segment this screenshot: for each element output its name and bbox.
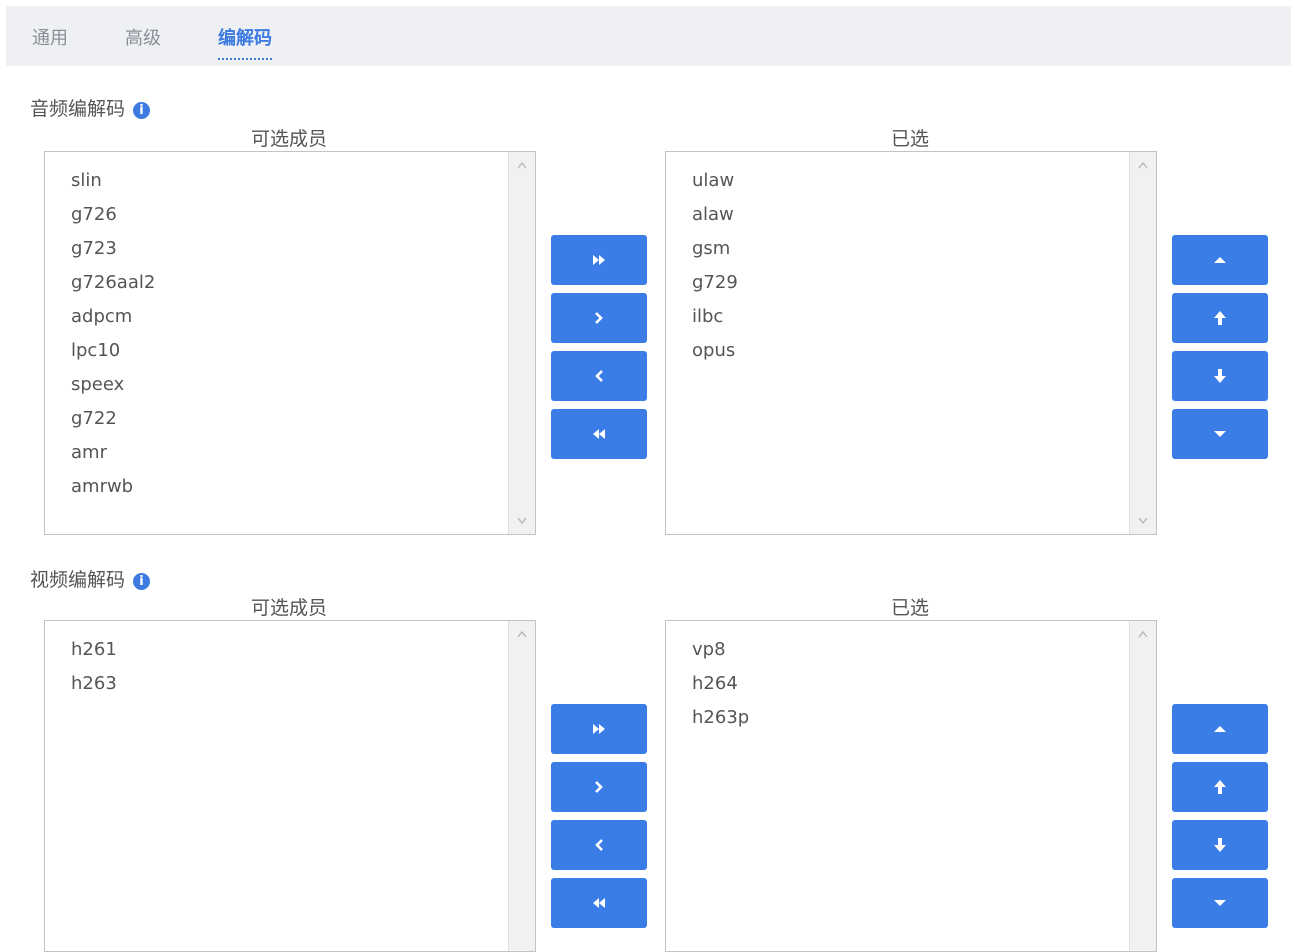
audio-move-up-button[interactable] (1172, 293, 1268, 343)
audio-available-scrollbar[interactable] (508, 152, 535, 534)
video-available-list[interactable]: h261 h263 (44, 620, 536, 952)
video-selected-list[interactable]: vp8 h264 h263p (665, 620, 1157, 952)
double-chevron-right-icon (593, 724, 605, 734)
info-icon[interactable]: i (133, 102, 151, 119)
video-move-all-left-button[interactable] (551, 878, 647, 928)
audio-move-right-button[interactable] (551, 293, 647, 343)
scroll-up-icon[interactable] (509, 160, 535, 170)
video-move-all-right-button[interactable] (551, 704, 647, 754)
info-icon[interactable]: i (133, 573, 151, 590)
audio-move-all-right-button[interactable] (551, 235, 647, 285)
video-codec-title: 视频编解码 (30, 569, 126, 591)
list-item[interactable]: ulaw (692, 166, 738, 200)
video-codec-section-title: 视频编解码 i (30, 565, 151, 592)
double-chevron-right-icon (593, 255, 605, 265)
list-item[interactable]: slin (71, 166, 155, 200)
chevron-right-icon (595, 312, 603, 324)
video-move-top-button[interactable] (1172, 704, 1268, 754)
arrow-up-icon (1214, 780, 1226, 794)
audio-move-top-button[interactable] (1172, 235, 1268, 285)
video-move-down-button[interactable] (1172, 820, 1268, 870)
video-selected-scrollbar[interactable] (1129, 621, 1156, 951)
list-item[interactable]: amrwb (71, 472, 155, 506)
tab-codec[interactable]: 编解码 (218, 24, 272, 60)
list-item[interactable]: h261 (71, 635, 117, 669)
audio-move-left-button[interactable] (551, 351, 647, 401)
video-move-up-button[interactable] (1172, 762, 1268, 812)
chevron-left-icon (595, 370, 603, 382)
list-item[interactable]: g723 (71, 234, 155, 268)
caret-up-icon (1214, 257, 1226, 263)
audio-move-bottom-button[interactable] (1172, 409, 1268, 459)
video-move-right-button[interactable] (551, 762, 647, 812)
scroll-up-icon[interactable] (1130, 160, 1156, 170)
list-item[interactable]: vp8 (692, 635, 749, 669)
arrow-down-icon (1214, 838, 1226, 852)
list-item[interactable]: lpc10 (71, 336, 155, 370)
double-chevron-left-icon (593, 429, 605, 439)
list-item[interactable]: h263 (71, 669, 117, 703)
scroll-down-icon[interactable] (1130, 516, 1156, 526)
video-move-bottom-button[interactable] (1172, 878, 1268, 928)
list-item[interactable]: h264 (692, 669, 749, 703)
list-item[interactable]: ilbc (692, 302, 738, 336)
list-item[interactable]: g726 (71, 200, 155, 234)
audio-available-header: 可选成员 (250, 128, 327, 150)
audio-selected-list[interactable]: ulaw alaw gsm g729 ilbc opus (665, 151, 1157, 535)
list-item[interactable]: g729 (692, 268, 738, 302)
list-item[interactable]: g726aal2 (71, 268, 155, 302)
audio-selected-scrollbar[interactable] (1129, 152, 1156, 534)
list-item[interactable]: amr (71, 438, 155, 472)
video-selected-items: vp8 h264 h263p (692, 635, 749, 737)
caret-up-icon (1214, 726, 1226, 732)
arrow-down-icon (1214, 369, 1226, 383)
double-chevron-left-icon (593, 898, 605, 908)
caret-down-icon (1214, 900, 1226, 906)
list-item[interactable]: speex (71, 370, 155, 404)
chevron-right-icon (595, 781, 603, 793)
video-available-header: 可选成员 (250, 597, 327, 619)
caret-down-icon (1214, 431, 1226, 437)
list-item[interactable]: opus (692, 336, 738, 370)
video-available-scrollbar[interactable] (508, 621, 535, 951)
audio-move-all-left-button[interactable] (551, 409, 647, 459)
audio-selected-header: 已选 (890, 128, 929, 150)
arrow-up-icon (1214, 311, 1226, 325)
scroll-up-icon[interactable] (1130, 629, 1156, 639)
chevron-left-icon (595, 839, 603, 851)
list-item[interactable]: g722 (71, 404, 155, 438)
list-item[interactable]: gsm (692, 234, 738, 268)
audio-move-down-button[interactable] (1172, 351, 1268, 401)
audio-available-list[interactable]: slin g726 g723 g726aal2 adpcm lpc10 speex g722 a… (44, 151, 536, 535)
list-item[interactable]: h263p (692, 703, 749, 737)
tab-bar: 通用 高级 编解码 (6, 6, 1291, 66)
list-item[interactable]: adpcm (71, 302, 155, 336)
audio-available-items: slin g726 g723 g726aal2 adpcm lpc10 speex g722 a… (71, 166, 155, 506)
audio-selected-items: ulaw alaw gsm g729 ilbc opus (692, 166, 738, 370)
list-item[interactable]: alaw (692, 200, 738, 234)
tab-general[interactable]: 通用 (32, 24, 68, 50)
video-available-items: h261 h263 (71, 635, 117, 703)
scroll-down-icon[interactable] (509, 516, 535, 526)
tab-advanced[interactable]: 高级 (125, 24, 161, 50)
audio-codec-section-title: 音频编解码 i (30, 94, 151, 121)
video-selected-header: 已选 (890, 597, 929, 619)
video-move-left-button[interactable] (551, 820, 647, 870)
scroll-up-icon[interactable] (509, 629, 535, 639)
audio-codec-title: 音频编解码 (30, 98, 126, 120)
